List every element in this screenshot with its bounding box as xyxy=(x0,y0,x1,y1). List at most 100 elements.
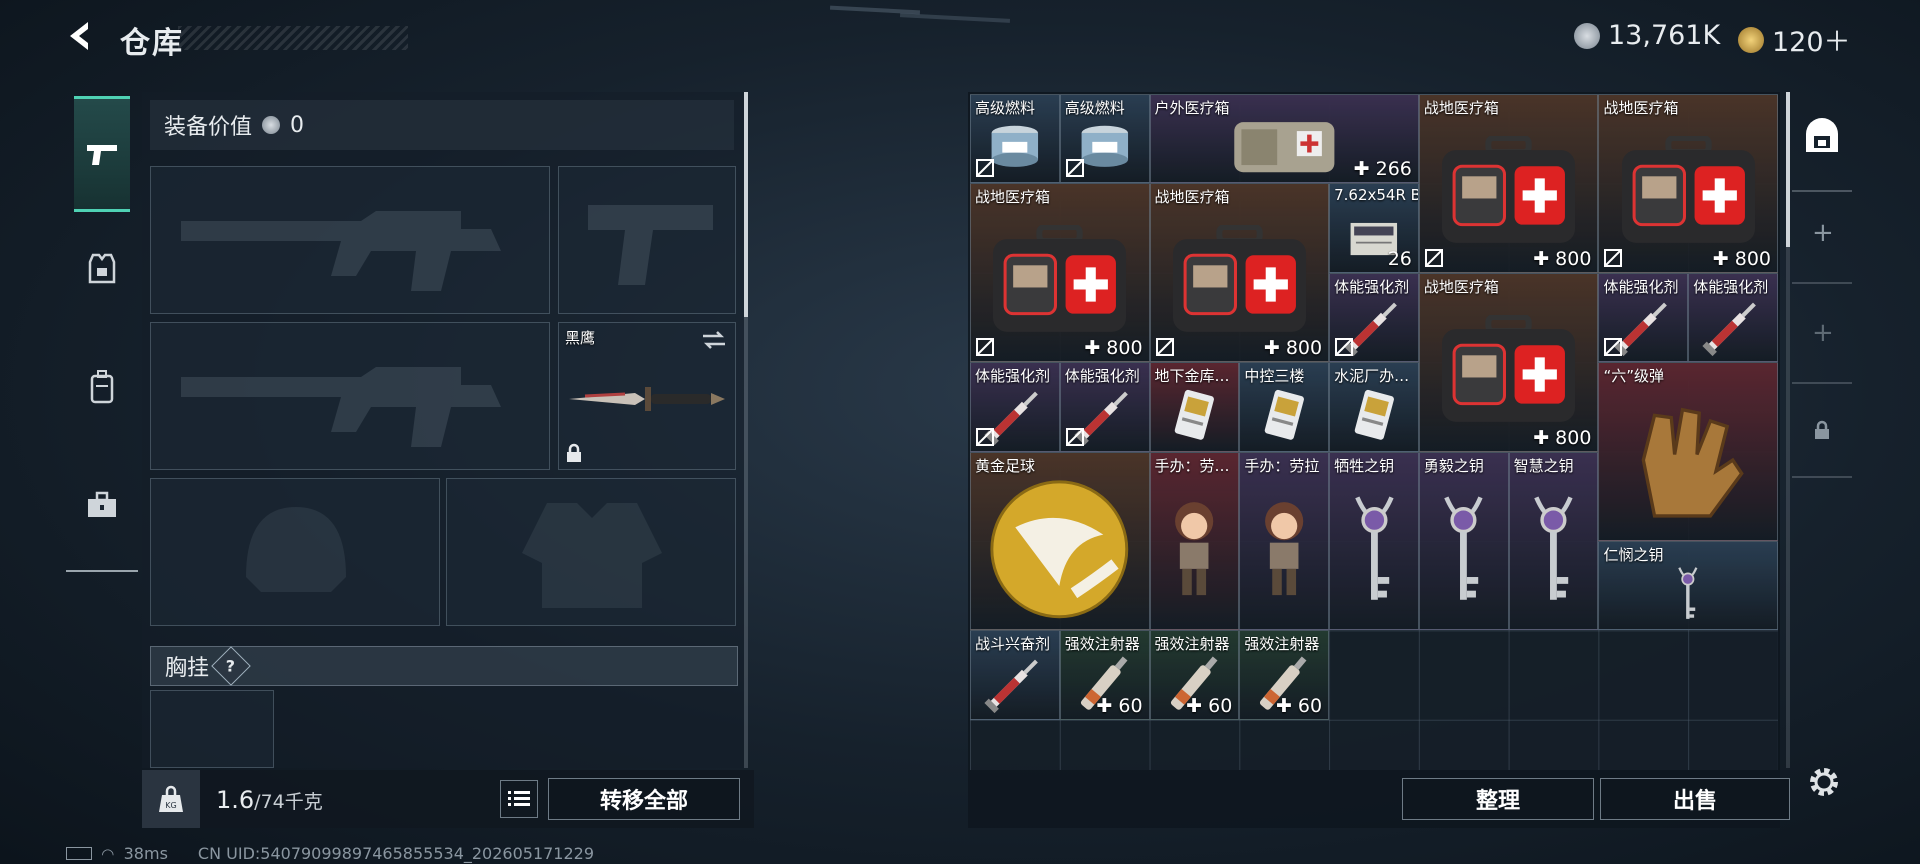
stash-item[interactable]: 勇毅之钥 xyxy=(1418,451,1509,631)
page-title: 仓库 xyxy=(120,26,184,61)
stash-item[interactable]: 手办：劳拉 xyxy=(1239,451,1330,631)
stash-item[interactable]: 户外医疗箱 ✚ 266 xyxy=(1149,94,1419,184)
stash-item[interactable]: 战地医疗箱 ✚ 800 xyxy=(1149,183,1330,363)
body-armor-slot[interactable] xyxy=(446,478,736,626)
add-stash-tab-icon[interactable]: + xyxy=(1812,218,1834,248)
stash-item[interactable]: 战斗兴奋剂 xyxy=(970,630,1060,720)
stash-item[interactable]: 体能强化剂 xyxy=(1329,272,1419,363)
stash-item-name: 强效注射器 xyxy=(1154,635,1230,654)
stash-item[interactable]: 地下金库… xyxy=(1149,362,1240,452)
ornate-key-icon xyxy=(1599,558,1777,629)
tab-divider xyxy=(1792,190,1852,192)
helmet-silhouette-icon xyxy=(246,507,346,592)
back-button[interactable] xyxy=(62,18,98,54)
tab-divider xyxy=(1792,282,1852,284)
keycard-icon xyxy=(1330,379,1418,450)
stash-item-name: 战地医疗箱 xyxy=(1423,99,1499,117)
stash-item-name: 7.62x54R BT xyxy=(1334,186,1418,205)
help-glyph: ? xyxy=(226,656,236,676)
unsearched-icon xyxy=(1335,338,1354,357)
stash-item[interactable]: 高级燃料 xyxy=(1059,94,1150,184)
stash-item[interactable]: 7.62x54R BT 26 xyxy=(1329,183,1419,273)
stash-item-quantity: 26 xyxy=(1387,247,1412,270)
stash-item[interactable]: “六”级弹 xyxy=(1598,362,1778,541)
equipment-value-bar: 装备价值 0 xyxy=(150,100,734,150)
syringe-icon xyxy=(1689,290,1777,361)
equipment-scrollbar-thumb[interactable] xyxy=(744,92,748,317)
ornate-key-icon xyxy=(1510,469,1598,630)
stash-item[interactable]: 战地医疗箱 ✚ 800 xyxy=(970,183,1150,363)
tab-armor[interactable] xyxy=(74,214,130,324)
stash-page-tabs: + + xyxy=(1792,92,1852,512)
stash-item-name: 体能强化剂 xyxy=(1064,367,1140,386)
stash-item[interactable]: 智慧之钥 xyxy=(1508,451,1599,631)
add-stash-tab-icon[interactable]: + xyxy=(1812,318,1834,348)
stash-item[interactable]: 体能强化剂 xyxy=(1059,362,1150,452)
stash-item-quantity: ✚ 60 xyxy=(1275,694,1323,717)
primary-weapon-slot[interactable] xyxy=(150,166,550,314)
stash-item[interactable]: 高级燃料 xyxy=(970,94,1060,184)
stash-item[interactable]: 体能强化剂 xyxy=(1598,272,1689,363)
stash-item[interactable]: 牺牲之钥 xyxy=(1329,451,1419,631)
stash-item[interactable]: 强效注射器 ✚ 60 xyxy=(1239,630,1330,720)
stash-item[interactable]: 战地医疗箱 ✚ 800 xyxy=(1598,94,1778,273)
transfer-all-button[interactable]: 转移全部 xyxy=(548,778,740,820)
stash-item[interactable]: 黄金足球 xyxy=(970,451,1150,631)
stash-item[interactable]: 体能强化剂 xyxy=(1688,272,1778,363)
gear-icon xyxy=(1810,768,1838,796)
stash-item-name: 手办：劳拉 xyxy=(1244,456,1320,475)
chest-rig-header: 胸挂 ? xyxy=(150,646,738,686)
toolbox-icon xyxy=(88,491,116,517)
stash-item[interactable]: 手办：劳… xyxy=(1149,451,1240,631)
secondary-weapon-slot[interactable] xyxy=(150,322,550,470)
unsearched-icon xyxy=(1604,248,1623,267)
figurine-icon xyxy=(1151,469,1239,630)
list-view-button[interactable] xyxy=(500,780,538,818)
currency-gold[interactable]: 120＋ xyxy=(1738,20,1851,59)
tab-backpack[interactable] xyxy=(74,332,130,442)
carry-weight: 1.6/74千克 xyxy=(216,786,323,814)
gold-hand-icon xyxy=(1599,379,1777,540)
silver-coin-icon xyxy=(1574,22,1600,49)
stash-tab-main[interactable] xyxy=(1800,114,1844,158)
stash-item[interactable]: 水泥厂办… xyxy=(1329,362,1419,452)
help-icon[interactable]: ? xyxy=(211,646,251,686)
stash-scrollbar-thumb[interactable] xyxy=(1786,92,1790,247)
stash-item-quantity: ✚ 800 xyxy=(1084,337,1143,360)
tab-weapons[interactable] xyxy=(74,96,130,212)
sell-button[interactable]: 出售 xyxy=(1600,778,1790,820)
ping-value: 38ms xyxy=(123,844,168,863)
stash-item-name: 地下金库… xyxy=(1154,367,1230,386)
stash-item[interactable]: 中控三楼 xyxy=(1239,362,1330,452)
stash-item[interactable]: 战地医疗箱 ✚ 800 xyxy=(1418,94,1599,273)
weight-box: KG xyxy=(142,770,200,828)
swap-icon[interactable] xyxy=(701,329,727,351)
stash-item-name: 中控三楼 xyxy=(1244,367,1305,386)
sort-button[interactable]: 整理 xyxy=(1402,778,1594,820)
stash-item-quantity: ✚ 60 xyxy=(1096,694,1143,717)
stash-item[interactable]: 强效注射器 ✚ 60 xyxy=(1059,630,1150,720)
stash-item-name: 体能强化剂 xyxy=(975,367,1051,386)
settings-button[interactable] xyxy=(1806,764,1842,800)
pistol-slot[interactable] xyxy=(558,166,736,314)
stash-item-name: 手办：劳… xyxy=(1154,456,1230,475)
stash-item[interactable]: 体能强化剂 xyxy=(970,362,1060,452)
tab-case[interactable] xyxy=(74,450,130,560)
stash-item[interactable]: 仁悯之钥 xyxy=(1598,541,1778,631)
unsearched-icon xyxy=(1155,338,1174,357)
chest-rig-slot[interactable] xyxy=(150,690,274,768)
stash-item-name: 水泥厂办… xyxy=(1334,367,1410,386)
stash-item-quantity: ✚ 800 xyxy=(1533,247,1592,270)
chest-rig-label: 胸挂 xyxy=(165,656,210,681)
stash-item-name: 高级燃料 xyxy=(975,99,1036,117)
bg-light-streak xyxy=(899,13,1011,23)
stash-item[interactable]: 强效注射器 ✚ 60 xyxy=(1149,630,1240,720)
stash-item-name: 战地医疗箱 xyxy=(1423,277,1499,296)
backpack-icon xyxy=(90,370,114,404)
melee-slot[interactable]: 黑鹰 xyxy=(558,322,736,470)
stash-item-name: 高级燃料 xyxy=(1064,99,1125,117)
helmet-slot[interactable] xyxy=(150,478,440,626)
stash-item-quantity: ✚ 800 xyxy=(1533,426,1592,449)
stash-item[interactable]: 战地医疗箱 ✚ 800 xyxy=(1418,272,1599,452)
unsearched-icon xyxy=(1424,248,1443,267)
